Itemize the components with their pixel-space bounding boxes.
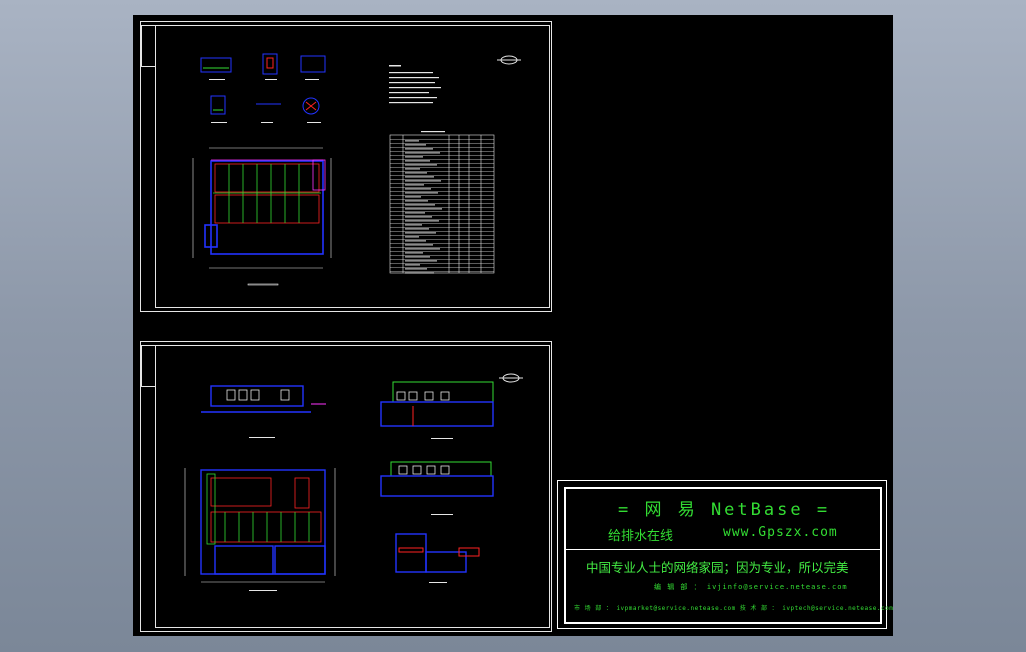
- netbase-subtitle-cn: 给排水在线: [608, 529, 674, 544]
- drawing-canvas[interactable]: = 网 易 NetBase = 给排水在线 www.Gpszx.com 中国专业…: [133, 15, 893, 636]
- netbase-slogan: 中国专业人士的网络家园；因为专业，所以完美: [586, 560, 849, 575]
- netbase-title: = 网 易 NetBase =: [618, 500, 831, 520]
- netbase-divider: [566, 549, 880, 550]
- cad-viewer-window: { "netbase": { "title": "= 网 易 NetBase =…: [0, 0, 1026, 652]
- drawing-sheet-1[interactable]: [140, 21, 552, 312]
- netbase-editorial-email[interactable]: 编 辑 部 ： ivjinfo@service.netease.com: [654, 582, 848, 592]
- netbase-banner-frame: = 网 易 NetBase = 给排水在线 www.Gpszx.com 中国专业…: [564, 487, 893, 624]
- netbase-banner: = 网 易 NetBase = 给排水在线 www.Gpszx.com 中国专业…: [557, 480, 893, 629]
- netbase-subtitle-url[interactable]: www.Gpszx.com: [723, 525, 838, 540]
- drawing-sheet-2[interactable]: [140, 341, 552, 632]
- netbase-contact-emails[interactable]: 市 场 部 ： ivpmarket@service.netease.com 技 …: [574, 603, 893, 612]
